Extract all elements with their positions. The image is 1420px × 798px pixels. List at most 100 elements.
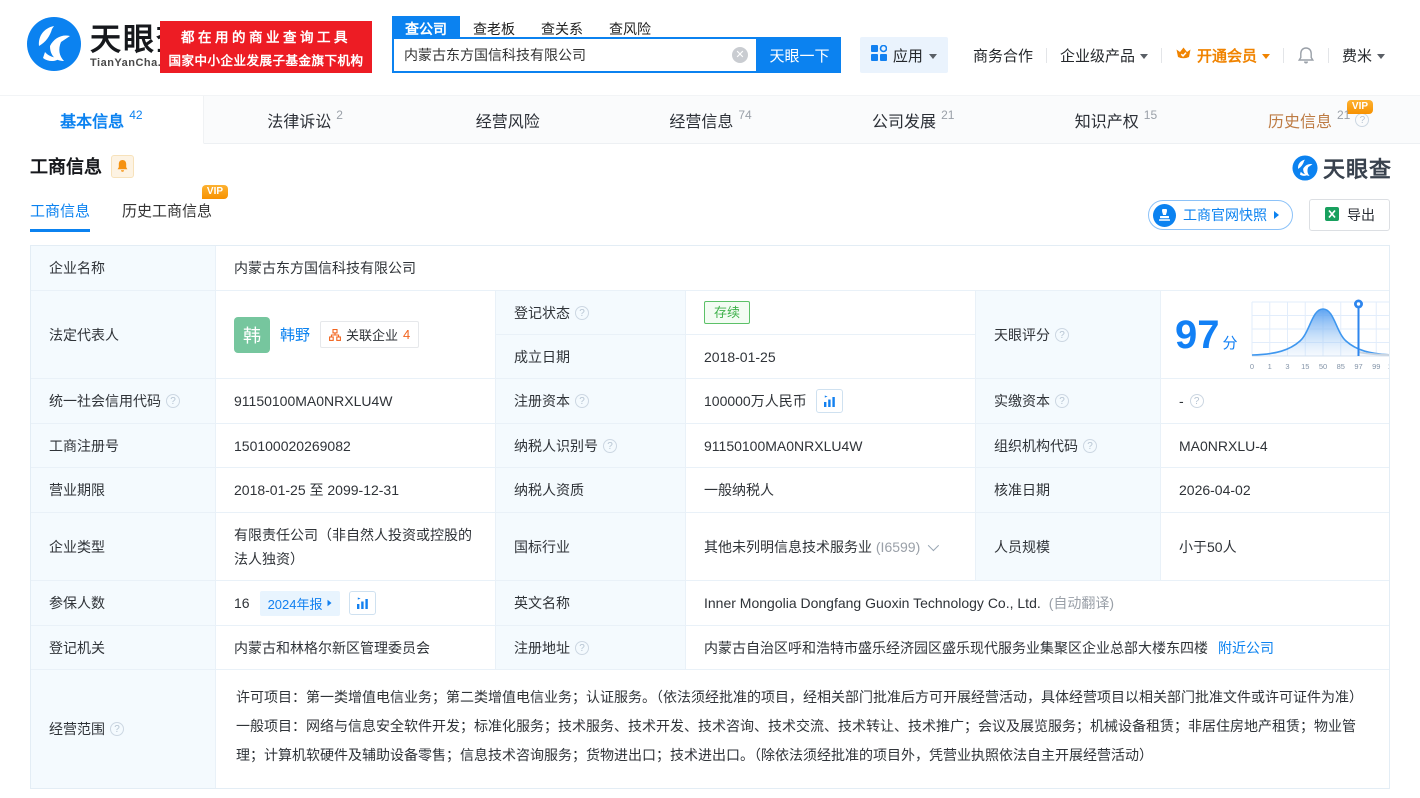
user-name: 费米 xyxy=(1341,47,1372,65)
nav-label: 开通会员 xyxy=(1196,47,1257,65)
field-tax-id-label: 纳税人识别号 xyxy=(496,424,686,468)
tab-label: 经营风险 xyxy=(475,113,540,131)
chart-x-ticks: 0 1 3 15 50 85 97 99 100 xyxy=(1249,362,1389,371)
apps-menu[interactable]: 应用 xyxy=(859,37,948,73)
bell-icon xyxy=(117,160,128,172)
field-paid-capital-label: 实缴资本 xyxy=(976,379,1161,424)
tab-label: 法律诉讼 xyxy=(267,113,332,131)
field-score-value: 97 分 0 1 3 15 50 85 97 99 xyxy=(1161,291,1389,379)
business-info-table: 企业名称 内蒙古东方国信科技有限公司 法定代表人 韩 韩野 关联企业 4 登记状… xyxy=(30,245,1390,789)
tab-operation-info[interactable]: 经营信息 74 xyxy=(609,96,812,144)
button-label: 导出 xyxy=(1347,207,1375,223)
industry-code: (I6599) xyxy=(875,538,921,555)
expand-industry-chevron[interactable] xyxy=(928,539,940,551)
field-approve-date-value: 2026-04-02 xyxy=(1161,468,1389,513)
tab-label: 基本信息 xyxy=(60,113,125,131)
official-snapshot-button[interactable]: 工商官网快照 xyxy=(1148,200,1293,230)
annual-report-badge[interactable]: 2024年报 xyxy=(259,590,340,616)
tianyancha-logo-icon xyxy=(26,16,82,77)
field-staff-label: 人员规模 xyxy=(976,513,1161,581)
search-button[interactable]: 天眼一下 xyxy=(758,37,841,73)
section-header: 工商信息 xyxy=(30,153,134,179)
clear-search-icon[interactable]: ✕ xyxy=(732,47,748,63)
watermark-text: 天眼查 xyxy=(1322,157,1392,182)
help-icon[interactable] xyxy=(575,640,589,655)
tab-label: 公司发展 xyxy=(872,113,937,131)
subtab-history-business-info[interactable]: VIP 历史工商信息 xyxy=(122,185,229,232)
monitor-bell-button[interactable] xyxy=(111,154,134,178)
field-scope-value: 许可项目：第一类增值电信业务；第二类增值电信业务；认证服务。（依法须经批准的项目… xyxy=(236,689,1363,763)
field-reg-status-value: 存续 xyxy=(686,291,976,335)
field-authority-value: 内蒙古和林格尔新区管理委员会 xyxy=(216,626,496,670)
nav-item-enterprise-products[interactable]: 企业级产品 xyxy=(1047,45,1161,66)
help-icon[interactable] xyxy=(110,722,124,736)
nav-item-open-vip[interactable]: 开通会员 xyxy=(1162,45,1283,66)
related-companies-badge[interactable]: 关联企业 4 xyxy=(320,321,420,348)
capital-chart-button[interactable] xyxy=(815,389,843,413)
nav-item-user[interactable]: 费米 xyxy=(1329,45,1398,66)
tab-count: 21 xyxy=(1337,107,1351,122)
svg-text:15: 15 xyxy=(1301,362,1309,371)
field-company-name-value: 内蒙古东方国信科技有限公司 xyxy=(216,246,1389,291)
section-actions: 工商官网快照 导出 xyxy=(1148,199,1390,231)
arrow-right-icon xyxy=(327,599,331,607)
help-icon[interactable] xyxy=(1055,394,1069,408)
export-button[interactable]: 导出 xyxy=(1309,199,1390,231)
page: 天眼查 TianYanCha.com 都在用的商业查询工具 国家中小企业发展子基… xyxy=(0,0,1420,798)
field-company-name-label: 企业名称 xyxy=(31,246,216,291)
nav-label: 商务合作 xyxy=(972,47,1033,65)
search-input[interactable] xyxy=(394,47,732,63)
stamp-icon xyxy=(1153,203,1176,227)
promo-line1: 都在用的商业查询工具 xyxy=(181,29,351,45)
legal-rep-name-link[interactable]: 韩野 xyxy=(280,324,310,345)
field-insured-value: 16 2024年报 xyxy=(216,581,496,626)
status-badge: 存续 xyxy=(704,301,751,324)
tab-count: 74 xyxy=(738,107,752,122)
help-icon[interactable] xyxy=(1189,394,1204,408)
badge-count: 4 xyxy=(403,327,411,342)
insured-chart-button[interactable] xyxy=(348,591,376,615)
chevron-down-icon xyxy=(928,53,937,59)
field-reg-no-label: 工商注册号 xyxy=(31,424,216,468)
chevron-down-icon xyxy=(1261,53,1270,59)
tab-count: 42 xyxy=(129,107,143,122)
field-authority-label: 登记机关 xyxy=(31,626,216,670)
subtab-business-info[interactable]: 工商信息 xyxy=(30,200,91,232)
help-icon[interactable] xyxy=(575,394,589,408)
help-icon[interactable] xyxy=(1055,327,1069,342)
help-icon[interactable] xyxy=(1355,112,1370,127)
help-icon[interactable] xyxy=(603,438,617,453)
tab-history-info[interactable]: VIP 历史信息 21 xyxy=(1217,96,1420,144)
nav-item-business-cooperation[interactable]: 商务合作 xyxy=(960,45,1046,66)
vip-badge: VIP xyxy=(201,185,229,199)
help-icon[interactable] xyxy=(166,394,180,408)
tab-count: 21 xyxy=(941,107,955,122)
field-paid-capital-value: - xyxy=(1161,379,1389,424)
field-legal-rep-label: 法定代表人 xyxy=(31,291,216,379)
legal-rep-avatar[interactable]: 韩 xyxy=(234,316,270,353)
main-tabbar: 基本信息 42 法律诉讼 2 经营风险 经营信息 74 公司发展 21 知识产权… xyxy=(0,95,1420,144)
help-icon[interactable] xyxy=(1083,438,1097,453)
field-reg-capital-label: 注册资本 xyxy=(496,379,686,424)
promo-banner: 都在用的商业查询工具 国家中小企业发展子基金旗下机构 xyxy=(160,21,372,73)
tab-operation-risk[interactable]: 经营风险 xyxy=(406,96,610,144)
svg-text:97: 97 xyxy=(1354,362,1362,371)
field-reg-capital-value: 100000万人民币 xyxy=(686,379,976,424)
field-en-name-value: Inner Mongolia Dongfang Guoxin Technolog… xyxy=(686,581,1389,626)
nearby-companies-link[interactable]: 附近公司 xyxy=(1218,638,1274,658)
help-icon[interactable] xyxy=(575,305,589,320)
field-tax-quality-value: 一般纳税人 xyxy=(686,468,976,513)
tab-basic-info[interactable]: 基本信息 42 xyxy=(0,96,204,144)
tab-legal-litigation[interactable]: 法律诉讼 2 xyxy=(203,96,407,144)
section-title: 工商信息 xyxy=(30,157,102,177)
field-term-value: 2018-01-25 至 2099-12-31 xyxy=(216,468,496,513)
top-nav: 应用 商务合作 企业级产品 开通会员 费米 xyxy=(859,37,1398,73)
subtab-label: 历史工商信息 xyxy=(122,203,213,220)
notification-bell[interactable] xyxy=(1284,46,1328,65)
tab-company-development[interactable]: 公司发展 21 xyxy=(811,96,1015,144)
field-uscc-label: 统一社会信用代码 xyxy=(31,379,216,424)
grid-icon xyxy=(870,44,888,65)
field-org-code-value: MA0NRXLU-4 xyxy=(1161,424,1389,468)
tab-intellectual-property[interactable]: 知识产权 15 xyxy=(1014,96,1218,144)
excel-icon xyxy=(1324,206,1340,225)
